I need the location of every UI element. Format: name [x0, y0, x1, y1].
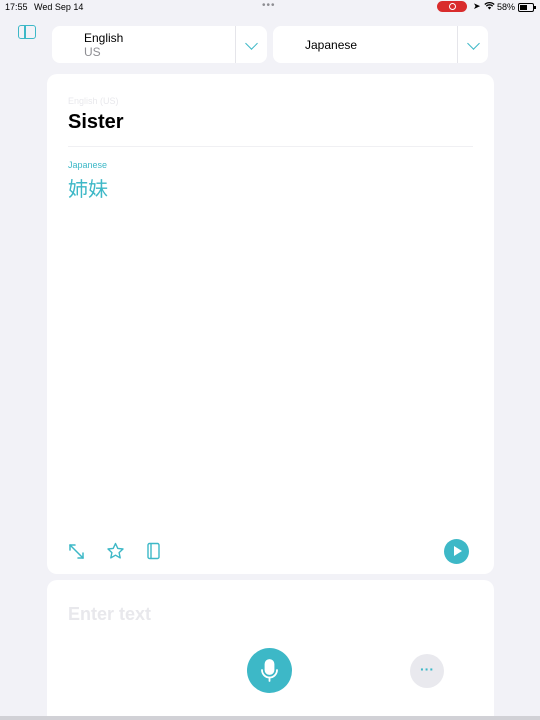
- play-icon[interactable]: [444, 539, 469, 564]
- chevron-down-icon[interactable]: [467, 37, 480, 50]
- wifi-icon: [484, 1, 495, 12]
- status-time: 17:55: [5, 2, 28, 12]
- text-input-placeholder[interactable]: Enter text: [68, 604, 151, 625]
- target-language-selector[interactable]: Japanese: [273, 26, 488, 63]
- status-date: Wed Sep 14: [34, 2, 84, 12]
- input-card[interactable]: Enter text ···: [47, 580, 494, 720]
- location-icon: ➤: [473, 1, 481, 11]
- target-language-label: Japanese: [68, 160, 108, 170]
- microphone-button[interactable]: [247, 648, 292, 693]
- source-language-region: US: [84, 45, 101, 59]
- star-icon[interactable]: [106, 542, 125, 565]
- source-language-name: English: [84, 31, 124, 45]
- divider: [457, 26, 458, 63]
- divider: [68, 146, 473, 147]
- more-icon[interactable]: ···: [410, 654, 444, 688]
- book-icon[interactable]: [146, 542, 161, 565]
- source-text[interactable]: Sister: [68, 111, 124, 134]
- microphone-icon: [261, 659, 278, 682]
- target-language-name: Japanese: [305, 38, 358, 52]
- sidebar-icon[interactable]: [18, 25, 36, 39]
- home-indicator: [0, 716, 540, 720]
- translated-text[interactable]: 姉妹: [68, 173, 108, 202]
- multitasking-dots-icon[interactable]: •••: [262, 0, 276, 11]
- translation-card: English (US) Sister Japanese 姉妹: [47, 74, 494, 574]
- expand-icon[interactable]: [68, 543, 85, 565]
- battery-icon: [518, 3, 536, 12]
- source-language-label: English (US): [68, 96, 119, 106]
- source-language-selector[interactable]: English US: [52, 26, 267, 63]
- chevron-down-icon[interactable]: [245, 37, 258, 50]
- status-bar: 17:55 Wed Sep 14 ••• ➤ 58%: [0, 0, 540, 14]
- battery-percent: 58%: [497, 2, 516, 12]
- record-icon[interactable]: [437, 1, 467, 12]
- divider: [235, 26, 236, 63]
